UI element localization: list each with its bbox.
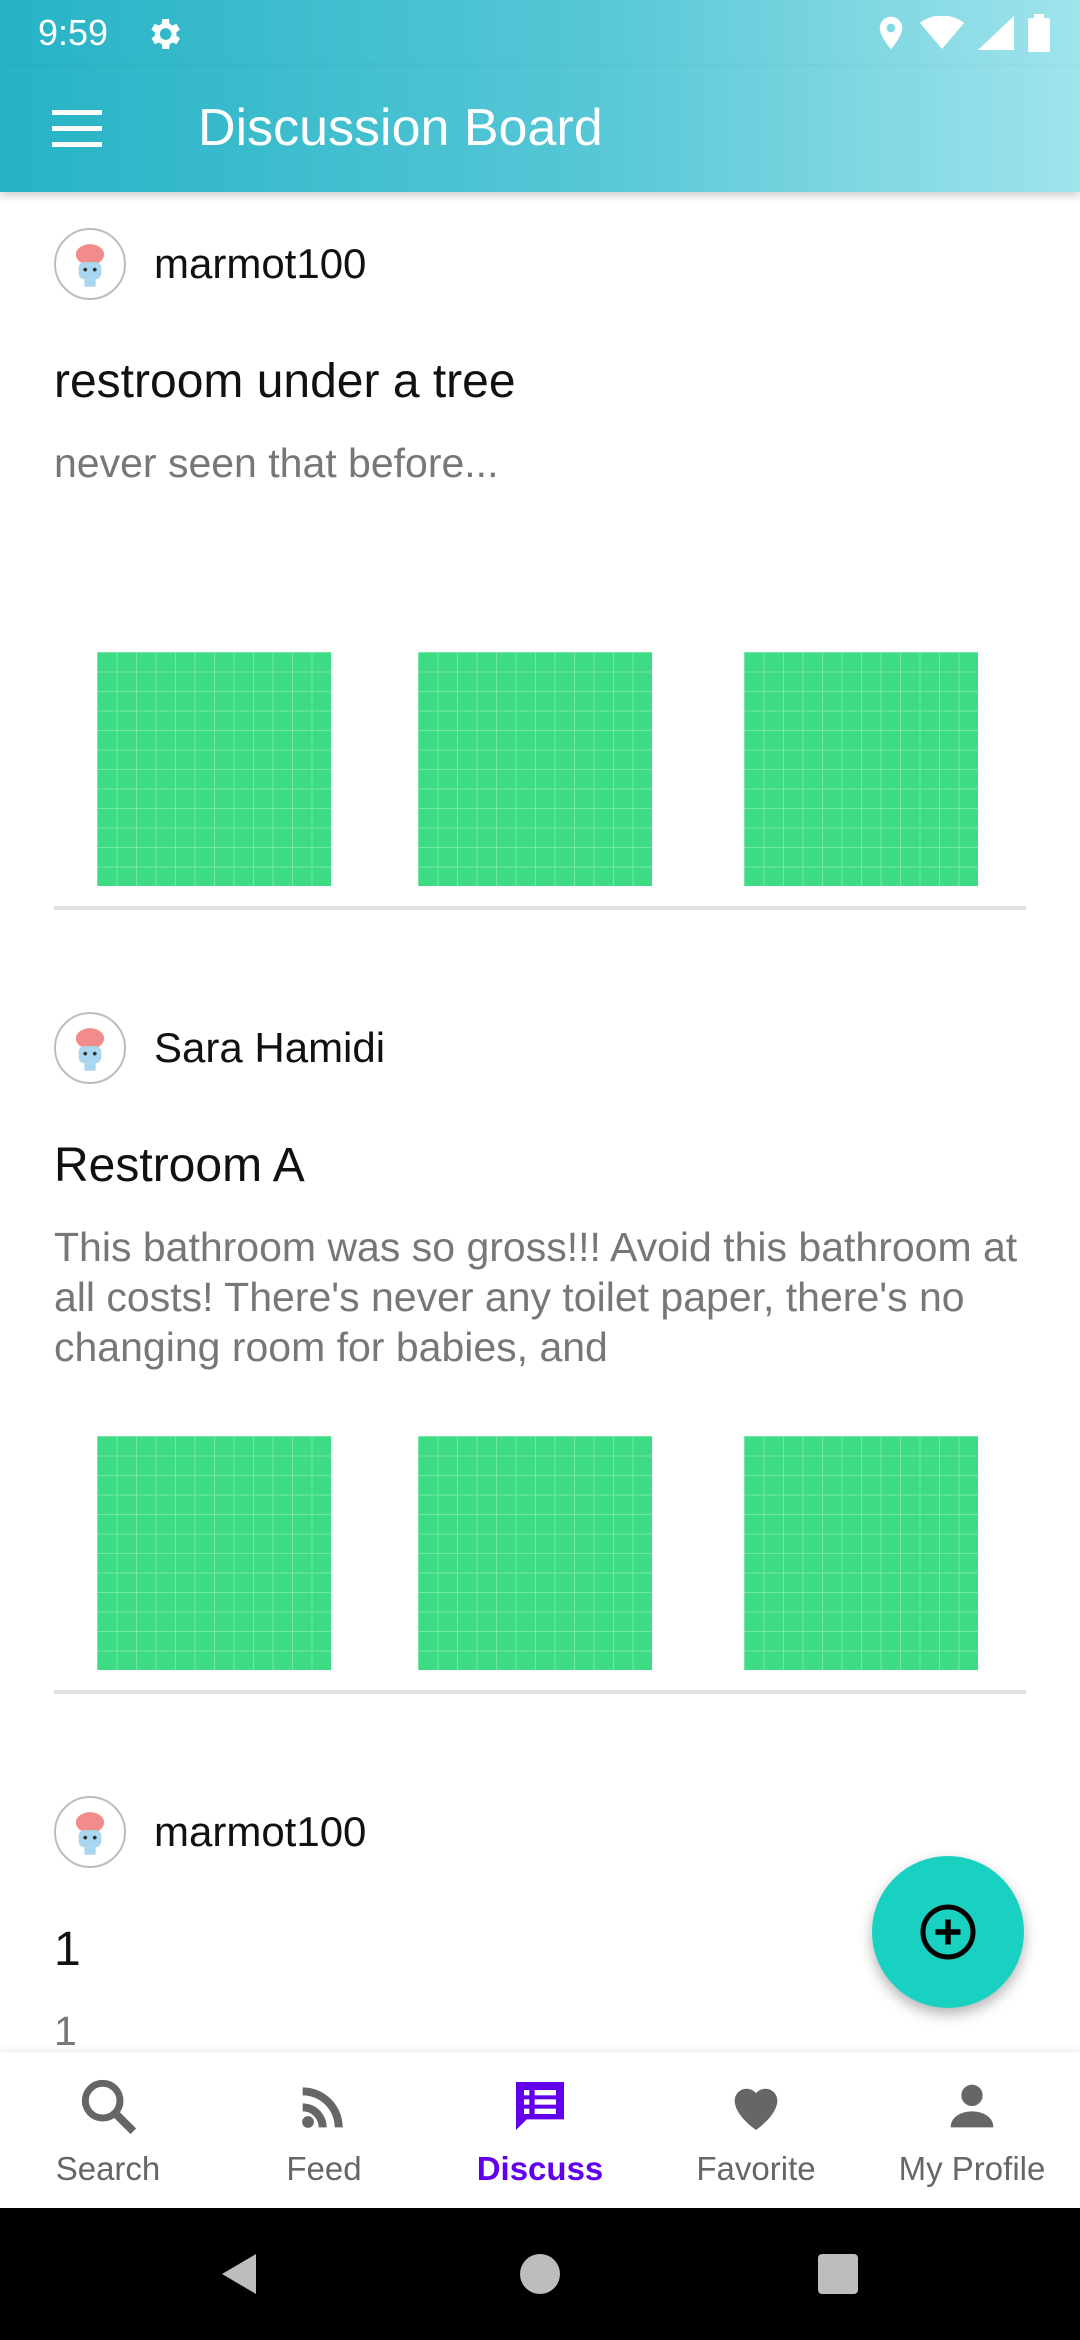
nav-item-search[interactable]: Search — [0, 2052, 216, 2208]
status-time: 9:59 — [38, 12, 109, 53]
post-image-thumbnail[interactable] — [744, 652, 978, 886]
bottom-navigation: Search Feed Discuss Favorite My Profile — [0, 2052, 1080, 2208]
post-username[interactable]: Sara Hamidi — [154, 1022, 385, 1074]
page-title: Discussion Board — [198, 99, 603, 157]
battery-icon — [1028, 14, 1050, 52]
nav-label: Favorite — [696, 2150, 816, 2187]
discuss-icon — [516, 2082, 564, 2130]
nav-item-discuss[interactable]: Discuss — [432, 2052, 648, 2208]
post-body: 1 — [54, 2008, 77, 2052]
nav-label: Feed — [286, 2150, 362, 2187]
nav-item-favorite[interactable]: Favorite — [648, 2052, 864, 2208]
person-icon — [950, 2084, 994, 2128]
avatar[interactable] — [54, 228, 126, 300]
post-body: This bathroom was so gross!!! Avoid this… — [54, 1224, 1018, 1370]
home-icon[interactable] — [516, 2250, 564, 2298]
toilet-avatar-icon — [75, 1028, 105, 1071]
nav-label: My Profile — [898, 2150, 1046, 2187]
nav-label: Search — [55, 2150, 161, 2187]
menu-icon[interactable] — [50, 102, 104, 156]
heart-icon — [734, 2088, 778, 2130]
post-username[interactable]: marmot100 — [154, 238, 366, 290]
recents-icon[interactable] — [814, 2250, 862, 2298]
wifi-icon — [920, 16, 964, 49]
post-image-thumbnail[interactable] — [97, 1436, 331, 1670]
location-icon — [879, 16, 903, 50]
post-username[interactable]: marmot100 — [154, 1806, 366, 1858]
back-icon[interactable] — [216, 2250, 264, 2298]
nav-item-my-profile[interactable]: My Profile — [864, 2052, 1080, 2208]
post-title[interactable]: 1 — [54, 1920, 81, 1980]
app-bar: Discussion Board — [0, 66, 1080, 192]
toilet-avatar-icon — [75, 244, 105, 287]
post-image-thumbnail[interactable] — [744, 1436, 978, 1670]
system-navigation-bar — [0, 2208, 1080, 2340]
post-divider — [54, 1690, 1026, 1694]
rss-feed-icon — [302, 2087, 343, 2128]
discussion-feed[interactable]: marmot100 restroom under a tree never se… — [0, 192, 1080, 2052]
post-image-thumbnail[interactable] — [418, 1436, 652, 1670]
avatar[interactable] — [54, 1796, 126, 1868]
post-body: never seen that before... — [54, 440, 499, 486]
add-post-button[interactable] — [872, 1856, 1024, 2008]
nav-item-feed[interactable]: Feed — [216, 2052, 432, 2208]
post-title[interactable]: restroom under a tree — [54, 352, 516, 412]
post-divider — [54, 906, 1026, 910]
signal-icon — [978, 16, 1014, 50]
avatar[interactable] — [54, 1012, 126, 1084]
status-icons — [876, 12, 1050, 54]
post-image-thumbnail[interactable] — [97, 652, 331, 886]
gear-icon — [151, 19, 180, 49]
toilet-avatar-icon — [75, 1812, 105, 1855]
post-image-thumbnail[interactable] — [418, 652, 652, 886]
add-circle-icon — [920, 1904, 976, 1960]
status-bar: 9:59 — [0, 0, 1080, 66]
post-card[interactable]: marmot100 restroom under a tree never se… — [54, 228, 1026, 948]
search-icon — [81, 2079, 137, 2135]
post-card[interactable]: Sara Hamidi Restroom A This bathroom was… — [54, 1012, 1026, 1732]
nav-label: Discuss — [476, 2150, 604, 2187]
post-title[interactable]: Restroom A — [54, 1136, 305, 1196]
